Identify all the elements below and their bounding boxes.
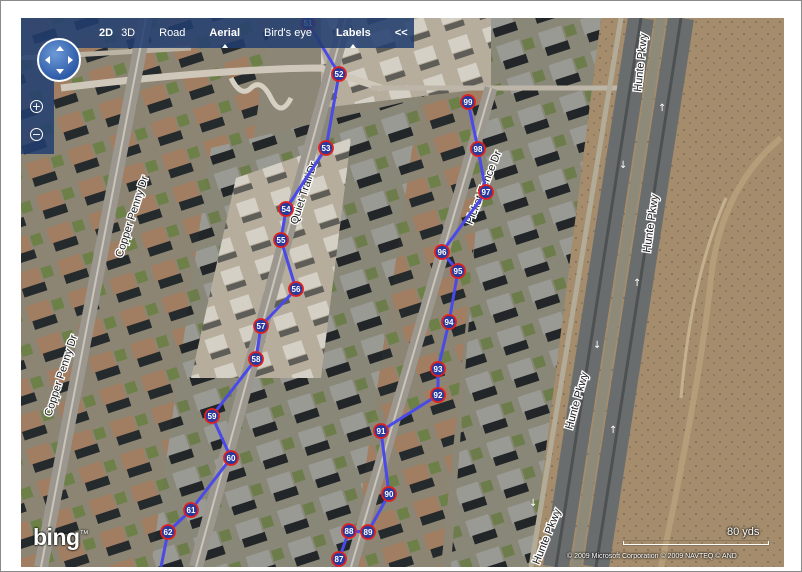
waypoint-number: 55 <box>277 236 286 245</box>
pan-compass[interactable] <box>37 38 81 82</box>
waypoint-number: 90 <box>385 490 394 499</box>
waypoint-marker-95[interactable]: 95 <box>450 263 466 279</box>
birds-eye-button[interactable]: Bird's eye <box>256 27 320 39</box>
waypoint-number: 87 <box>335 555 344 564</box>
waypoint-number: 96 <box>438 248 447 257</box>
waypoint-marker-57[interactable]: 57 <box>253 318 269 334</box>
waypoint-number: 93 <box>434 365 443 374</box>
pan-left-icon[interactable] <box>45 56 50 64</box>
aerial-imagery: Copper Penny Dr Copper Penny Dr Quiet Tr… <box>21 18 784 567</box>
waypoint-marker-55[interactable]: 55 <box>273 232 289 248</box>
svg-text:↑: ↑ <box>609 425 617 436</box>
svg-text:↓: ↓ <box>529 498 537 509</box>
map-frame: Copper Penny Dr Copper Penny Dr Quiet Tr… <box>0 0 802 572</box>
waypoint-number: 99 <box>464 98 473 107</box>
waypoint-marker-99[interactable]: 99 <box>460 94 476 110</box>
waypoint-marker-96[interactable]: 96 <box>434 244 450 260</box>
aerial-style-button[interactable]: Aerial <box>201 27 248 48</box>
waypoint-number: 91 <box>377 427 386 436</box>
view-2d-button[interactable]: 2D <box>21 27 121 48</box>
waypoint-marker-89[interactable]: 89 <box>360 524 376 540</box>
svg-text:↓: ↓ <box>619 160 627 171</box>
waypoint-marker-53[interactable]: 53 <box>318 140 334 156</box>
bing-logo: bing™ <box>33 524 89 551</box>
waypoint-marker-62[interactable]: 62 <box>160 524 176 540</box>
waypoint-marker-97[interactable]: 97 <box>478 184 494 200</box>
waypoint-number: 54 <box>282 205 291 214</box>
waypoint-number: 89 <box>364 528 373 537</box>
waypoint-marker-59[interactable]: 59 <box>204 408 220 424</box>
waypoint-marker-88[interactable]: 88 <box>341 523 357 539</box>
aerial-map[interactable]: Copper Penny Dr Copper Penny Dr Quiet Tr… <box>21 18 784 567</box>
waypoint-number: 58 <box>252 355 261 364</box>
waypoint-number: 95 <box>454 267 463 276</box>
svg-text:↑: ↑ <box>658 103 666 114</box>
waypoint-marker-54[interactable]: 54 <box>278 201 294 217</box>
waypoint-marker-52[interactable]: 52 <box>331 66 347 82</box>
waypoint-number: 94 <box>445 318 454 327</box>
waypoint-number: 88 <box>345 527 354 536</box>
waypoint-marker-61[interactable]: 61 <box>183 502 199 518</box>
waypoint-number: 53 <box>322 144 331 153</box>
copyright-notice: © 2009 Microsoft Corporation © 2009 NAVT… <box>567 553 737 560</box>
pan-down-icon[interactable] <box>56 69 64 74</box>
waypoint-marker-56[interactable]: 56 <box>288 281 304 297</box>
waypoint-marker-60[interactable]: 60 <box>223 450 239 466</box>
waypoint-number: 62 <box>164 528 173 537</box>
waypoint-marker-93[interactable]: 93 <box>430 361 446 377</box>
svg-text:↑: ↑ <box>633 278 641 289</box>
waypoint-marker-92[interactable]: 92 <box>430 387 446 403</box>
waypoint-marker-91[interactable]: 91 <box>373 423 389 439</box>
waypoint-number: 59 <box>208 412 217 421</box>
waypoint-number: 52 <box>335 70 344 79</box>
waypoint-number: 56 <box>292 285 301 294</box>
waypoint-number: 61 <box>187 506 196 515</box>
waypoint-number: 60 <box>227 454 236 463</box>
view-3d-button[interactable]: 3D <box>121 27 143 39</box>
pan-right-icon[interactable] <box>68 56 73 64</box>
waypoint-marker-58[interactable]: 58 <box>248 351 264 367</box>
waypoint-number: 57 <box>257 322 266 331</box>
map-type-bar: 2D 3D Road Aerial Bird's eye Labels << <box>21 18 414 48</box>
trademark: ™ <box>79 528 89 539</box>
collapse-toolbar-button[interactable]: << <box>387 27 416 39</box>
waypoint-marker-94[interactable]: 94 <box>441 314 457 330</box>
labels-toggle-button[interactable]: Labels <box>328 27 379 48</box>
svg-text:↓: ↓ <box>593 340 601 351</box>
waypoint-marker-87[interactable]: 87 <box>331 551 347 567</box>
waypoint-marker-98[interactable]: 98 <box>470 141 486 157</box>
waypoint-number: 92 <box>434 391 443 400</box>
waypoint-marker-90[interactable]: 90 <box>381 486 397 502</box>
zoom-out-button[interactable]: − <box>30 128 43 141</box>
scale-label: 80 yds <box>727 526 760 538</box>
waypoint-number: 98 <box>474 145 483 154</box>
logo-text: bing <box>33 524 80 550</box>
road-style-button[interactable]: Road <box>151 27 193 39</box>
zoom-in-button[interactable]: + <box>30 100 43 113</box>
waypoint-number: 97 <box>482 188 491 197</box>
pan-up-icon[interactable] <box>56 46 64 51</box>
scale-bar <box>623 541 769 545</box>
